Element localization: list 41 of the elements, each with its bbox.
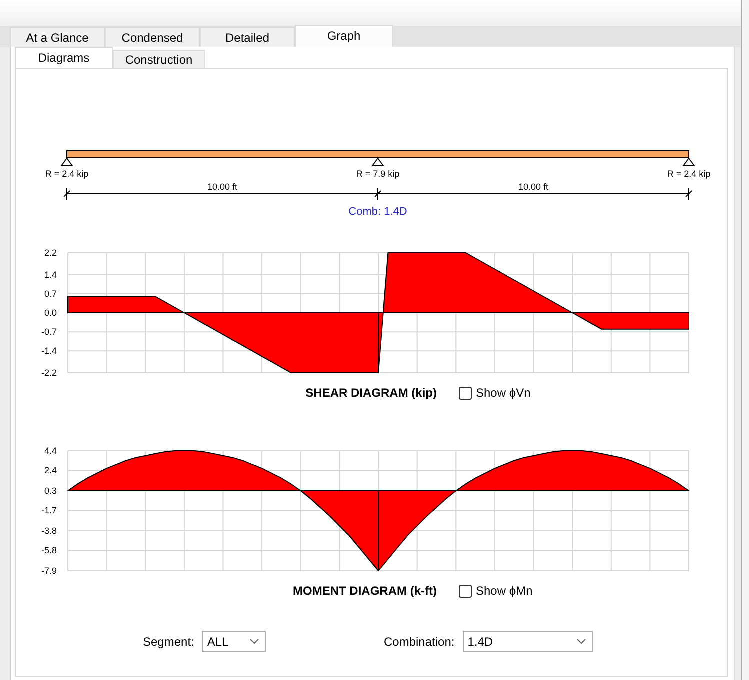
reaction-label: R = 2.4 kip xyxy=(667,169,711,179)
tab[interactable]: Graph xyxy=(295,25,393,47)
span-length-label: 10.00 ft xyxy=(518,182,549,192)
reaction-label: R = 2.4 kip xyxy=(45,169,89,179)
y-axis-label: 0.0 xyxy=(44,308,57,318)
y-axis-label: 2.4 xyxy=(44,466,57,476)
reaction-label: R = 7.9 kip xyxy=(356,169,400,179)
y-axis-label: -7.9 xyxy=(41,566,57,576)
y-axis-label: -1.4 xyxy=(41,346,57,356)
y-axis-label: -3.8 xyxy=(41,526,57,536)
y-axis-label: -0.7 xyxy=(41,327,57,338)
segment-dropdown[interactable]: ALL xyxy=(202,631,266,652)
y-axis-label: -5.8 xyxy=(41,546,57,556)
chevron-down-icon xyxy=(576,639,586,644)
tab[interactable]: Diagrams xyxy=(15,47,113,68)
tab[interactable]: At a Glance xyxy=(10,27,105,47)
y-axis-label: 2.2 xyxy=(44,248,57,258)
support-triangle-icon xyxy=(60,158,74,166)
y-axis-label: 0.7 xyxy=(44,288,57,299)
chevron-down-icon xyxy=(250,639,260,644)
y-axis-label: -1.7 xyxy=(41,506,57,516)
y-axis-label: 1.4 xyxy=(44,270,57,280)
y-axis-label: 4.4 xyxy=(44,446,57,456)
combination-dropdown[interactable]: 1.4D xyxy=(462,631,593,652)
support-triangle-icon xyxy=(682,158,696,166)
chart-title: MOMENT DIAGRAM (k-ft) xyxy=(293,584,437,598)
checkbox[interactable] xyxy=(459,386,472,400)
combination-label: Combination: xyxy=(384,634,455,648)
chart-title: SHEAR DIAGRAM (kip) xyxy=(306,386,437,400)
span-length-label: 10.00 ft xyxy=(207,182,238,192)
tab[interactable]: Condensed xyxy=(105,27,200,47)
y-axis-label: -2.2 xyxy=(41,368,57,378)
tab[interactable]: Detailed xyxy=(200,27,295,47)
tab[interactable]: Construction xyxy=(113,50,205,68)
checkbox-label: Show ϕVn xyxy=(476,386,531,400)
checkbox-label: Show ϕMn xyxy=(476,584,533,598)
y-axis-label: 0.3 xyxy=(44,486,57,496)
combination-label: Comb: 1.4D xyxy=(348,206,408,218)
checkbox[interactable] xyxy=(459,584,472,598)
support-triangle-icon xyxy=(372,158,384,166)
segment-label: Segment: xyxy=(143,634,194,648)
